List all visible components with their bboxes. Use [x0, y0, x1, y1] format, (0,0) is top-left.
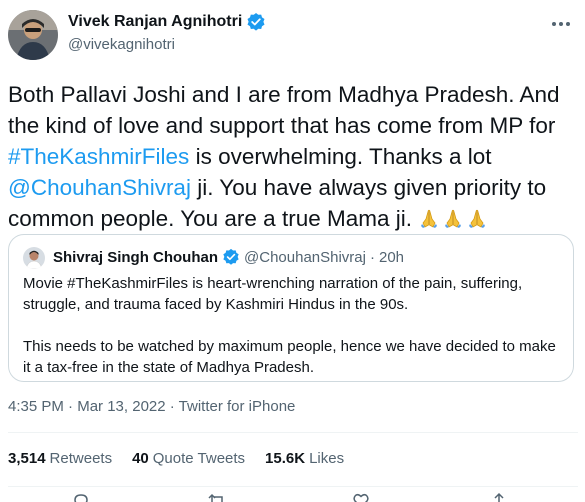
- mention-link[interactable]: @ChouhanShivraj: [8, 175, 191, 200]
- author-avatar[interactable]: [8, 10, 58, 60]
- verified-badge-icon: [246, 12, 266, 32]
- quote-tweets-count: 40: [132, 450, 149, 467]
- tweet-card: Vivek Ranjan Agnihotri @vivekagnihotri B…: [0, 0, 585, 502]
- tweet-meta: 4:35 PM Mar 13, 2022 Twitter for iPhone: [8, 398, 295, 415]
- more-options-icon[interactable]: [549, 14, 573, 34]
- action-bar: [0, 492, 585, 502]
- folded-hands-emoji: [418, 206, 440, 228]
- reply-icon[interactable]: [72, 492, 90, 502]
- quote-tweets-label: Quote Tweets: [152, 450, 246, 467]
- retweets-count: 3,514: [8, 450, 46, 467]
- separator-dot: ·: [369, 248, 375, 266]
- likes-count: 15.6K: [265, 450, 306, 467]
- retweets-label: Retweets: [49, 450, 113, 467]
- tweet-time[interactable]: 4:35 PM: [8, 398, 64, 415]
- quoted-author-avatar[interactable]: [23, 247, 45, 269]
- quoted-display-name[interactable]: Shivraj Singh Chouhan: [53, 249, 218, 266]
- retweets-stat[interactable]: 3,514 Retweets: [8, 450, 112, 467]
- share-icon[interactable]: [490, 492, 508, 502]
- divider: [8, 432, 578, 433]
- hashtag-link[interactable]: #TheKashmirFiles: [8, 144, 189, 169]
- likes-label: Likes: [309, 450, 345, 467]
- divider: [8, 486, 578, 487]
- engagement-stats: 3,514 Retweets 40 Quote Tweets 15.6K Likes: [8, 450, 364, 467]
- quoted-handle[interactable]: @ChouhanShivraj: [244, 249, 366, 266]
- verified-badge-icon: [222, 248, 240, 266]
- quoted-tweet[interactable]: Shivraj Singh Chouhan @ChouhanShivraj · …: [8, 234, 574, 382]
- tweet-text-segment: Both Pallavi Joshi and I are from Madhya…: [8, 82, 560, 138]
- quoted-paragraph: This needs to be watched by maximum peop…: [23, 338, 556, 376]
- tweet-date[interactable]: Mar 13, 2022: [64, 398, 165, 415]
- retweet-icon[interactable]: [208, 492, 226, 502]
- folded-hands-emoji: [466, 206, 488, 228]
- tweet-text-segment: is overwhelming. Thanks a lot: [189, 144, 492, 169]
- like-icon[interactable]: [352, 492, 370, 502]
- likes-stat[interactable]: 15.6K Likes: [265, 450, 344, 467]
- author-display-name[interactable]: Vivek Ranjan Agnihotri: [68, 13, 242, 31]
- tweet-source[interactable]: Twitter for iPhone: [166, 398, 296, 415]
- quoted-paragraph: Movie #TheKashmirFiles is heart-wrenchin…: [23, 275, 523, 313]
- author-handle[interactable]: @vivekagnihotri: [68, 36, 175, 53]
- quote-tweets-stat[interactable]: 40 Quote Tweets: [132, 450, 245, 467]
- folded-hands-emoji: [442, 206, 464, 228]
- quoted-text: Movie #TheKashmirFiles is heart-wrenchin…: [23, 273, 563, 378]
- quoted-timestamp[interactable]: 20h: [379, 249, 404, 266]
- tweet-text: Both Pallavi Joshi and I are from Madhya…: [8, 79, 578, 234]
